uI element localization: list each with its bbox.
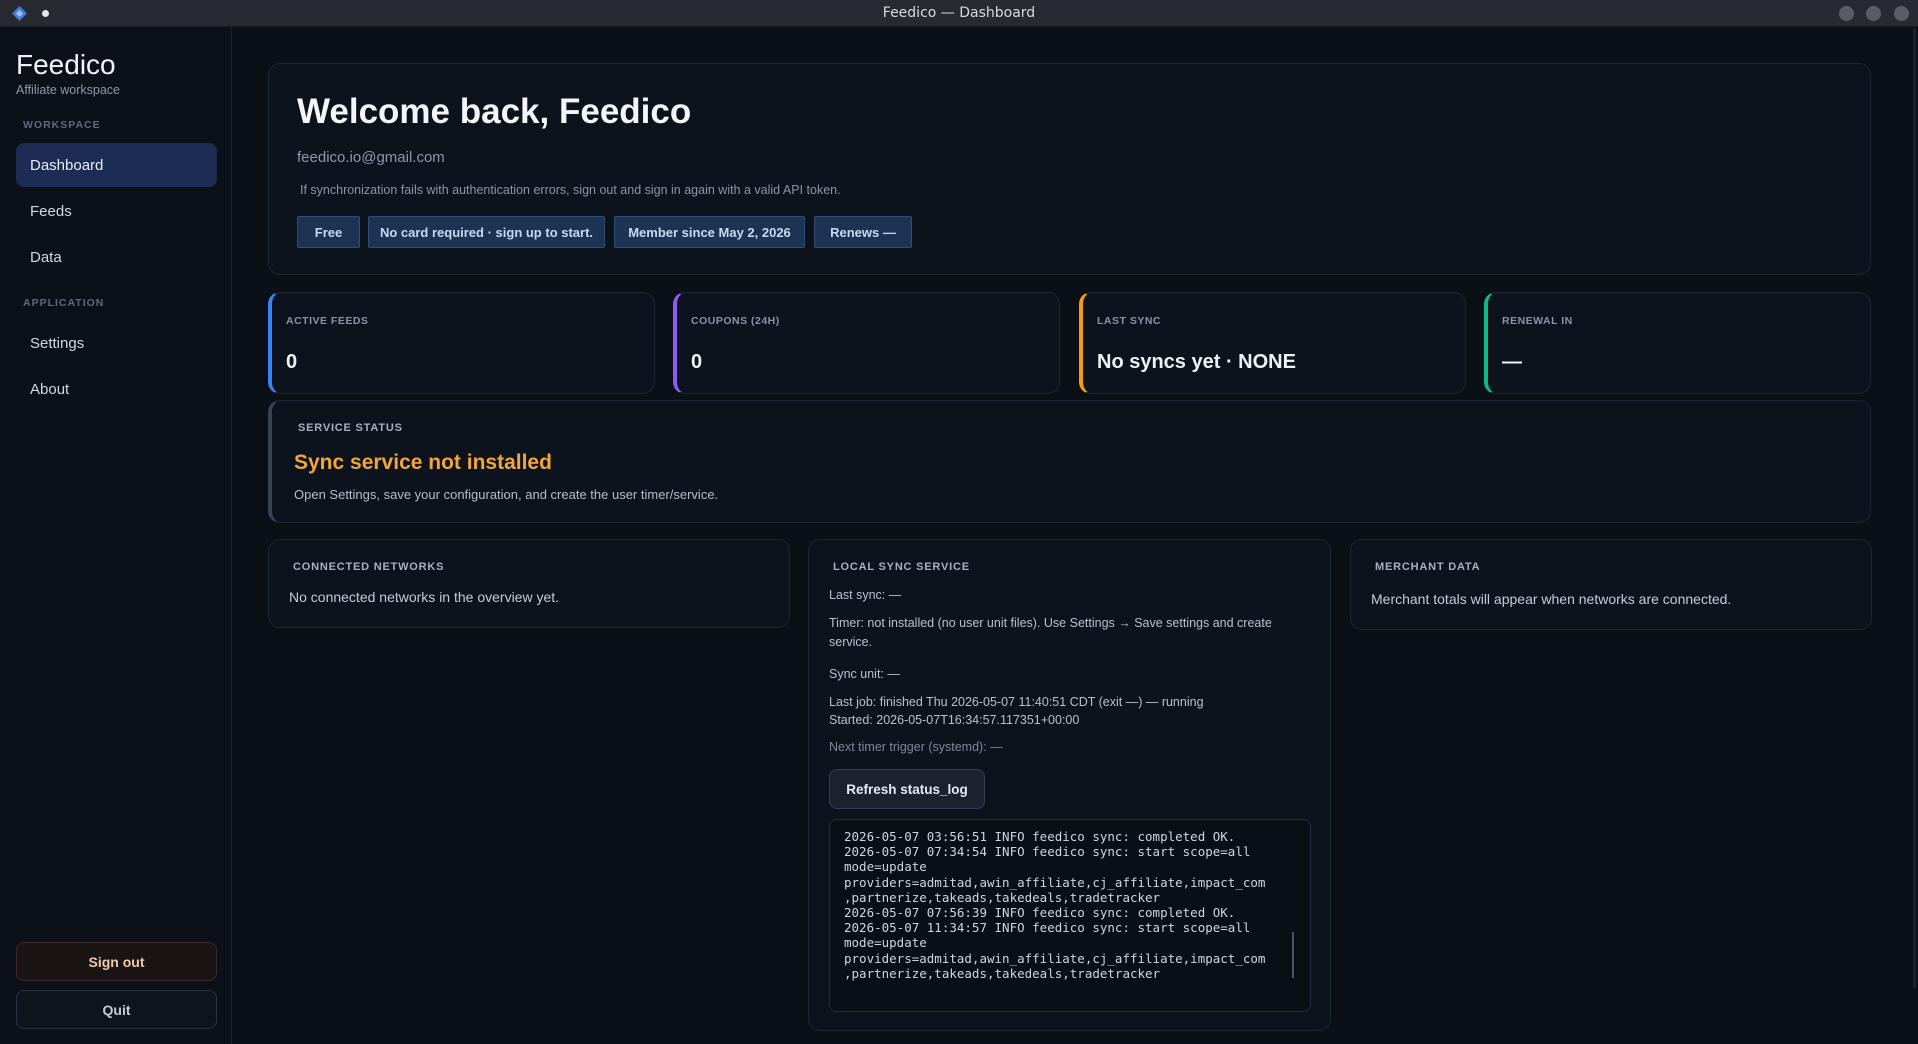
brand-subtitle: Affiliate workspace [16,83,120,97]
panel-title: LOCAL SYNC SERVICE [833,561,970,573]
welcome-heading: Welcome back, Feedico [297,92,692,131]
main-scrollbar[interactable] [1913,28,1916,988]
panel-text: No connected networks in the overview ye… [289,589,560,605]
panel-title: MERCHANT DATA [1375,561,1481,573]
service-status-description: Open Settings, save your configuration, … [294,487,719,502]
service-status-label: SERVICE STATUS [298,422,403,434]
welcome-card: Welcome back, Feedico feedico.io@gmail.c… [268,63,1871,275]
stat-card-renewal: RENEWAL IN — [1484,292,1871,394]
sidebar-item-data[interactable]: Data [16,235,217,279]
renews-badge: Renews — [814,216,912,248]
refresh-status-log-button[interactable]: Refresh status_log [829,769,985,809]
stat-label: COUPONS (24H) [691,315,780,327]
window-titlebar: Feedico — Dashboard [0,0,1918,27]
stat-value: 0 [691,351,703,373]
sync-unit-text: Sync unit: — [829,667,900,681]
sync-log-output[interactable]: 2026-05-07 03:56:51 INFO feedico sync: c… [829,819,1311,1012]
merchant-data-panel: MERCHANT DATA Merchant totals will appea… [1350,539,1872,630]
card-info-badge: No card required · sign up to start. [368,216,605,248]
stat-value: — [1502,351,1522,373]
sidebar-item-dashboard[interactable]: Dashboard [16,143,217,187]
panel-text: Merchant totals will appear when network… [1371,591,1732,607]
stat-card-active-feeds: ACTIVE FEEDS 0 [268,292,655,394]
brand-title: Feedico [16,49,116,80]
stat-label: LAST SYNC [1097,315,1162,327]
service-status-card: SERVICE STATUS Sync service not installe… [268,400,1871,523]
started-text: Started: 2026-05-07T16:34:57.117351+00:0… [829,713,1080,727]
quit-button[interactable]: Quit [16,990,217,1029]
sidebar-item-about[interactable]: About [16,367,217,411]
nav-section-application: APPLICATION [23,297,105,309]
window-title: Feedico — Dashboard [882,5,1036,21]
stat-card-last-sync: LAST SYNC No syncs yet · NONE [1079,292,1466,394]
minimize-button[interactable] [1839,6,1854,21]
plan-badge: Free [297,216,360,248]
stat-value: 0 [286,351,298,373]
last-job-text: Last job: finished Thu 2026-05-07 11:40:… [829,695,1204,709]
log-scrollbar[interactable] [1292,932,1294,978]
timer-text: Timer: not installed (no user unit files… [829,616,1272,649]
sidebar-item-feeds[interactable]: Feeds [16,189,217,233]
stat-value: No syncs yet · NONE [1097,351,1296,373]
nav-section-workspace: WORKSPACE [23,119,101,131]
stat-card-coupons: COUPONS (24H) 0 [673,292,1060,394]
sidebar-item-settings[interactable]: Settings [16,321,217,365]
service-status-text: Sync service not installed [294,451,552,474]
maximize-button[interactable] [1866,6,1881,21]
connected-networks-panel: CONNECTED NETWORKS No connected networks… [268,539,790,628]
next-trigger-text: Next timer trigger (systemd): — [829,740,1003,754]
stat-label: RENEWAL IN [1502,315,1573,327]
close-button[interactable] [1894,6,1909,21]
panel-title: CONNECTED NETWORKS [293,561,445,573]
last-sync-text: Last sync: — [829,588,902,602]
sidebar: Feedico Affiliate workspace WORKSPACE Da… [0,27,232,1044]
member-since-badge: Member since May 2, 2026 [614,216,805,248]
sign-out-button[interactable]: Sign out [16,942,217,981]
local-sync-panel: LOCAL SYNC SERVICE Last sync: — Timer: n… [808,539,1331,1031]
auth-hint: If synchronization fails with authentica… [300,183,841,197]
stat-label: ACTIVE FEEDS [286,315,369,327]
account-email: feedico.io@gmail.com [297,149,445,166]
